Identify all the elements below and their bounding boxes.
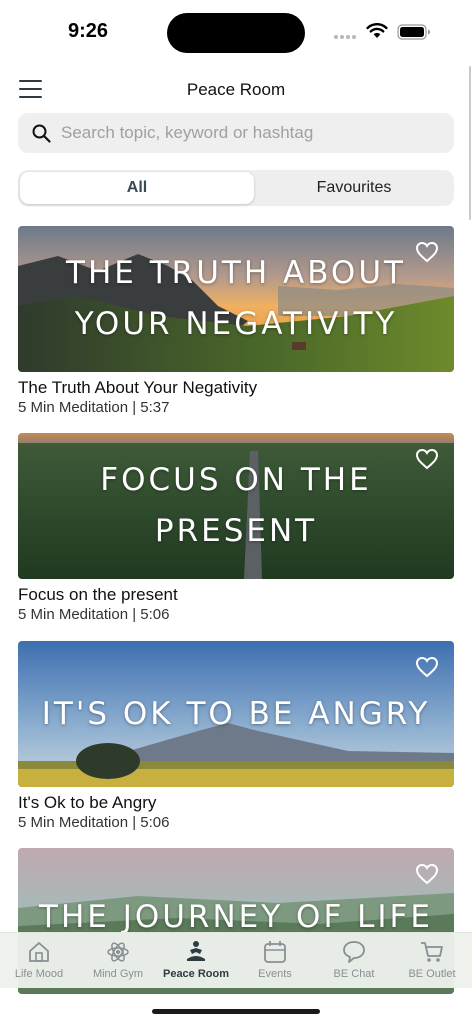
favourite-heart-icon[interactable] [415, 448, 439, 470]
bottom-tab-bar: Life Mood Mind Gym Peace Room Events BE … [0, 932, 472, 988]
meditation-icon [187, 941, 205, 961]
overlay-title-line: IT'S OK TO BE ANGRY [41, 695, 431, 732]
battery-icon [397, 24, 430, 40]
search-icon [32, 124, 51, 143]
favourite-heart-icon[interactable] [415, 241, 439, 263]
calendar-icon [264, 941, 286, 963]
tab-label: Mind Gym [92, 968, 144, 980]
card-thumbnail[interactable]: FOCUS ON THE PRESENT [18, 433, 454, 579]
card-title[interactable]: Focus on the present [18, 585, 454, 605]
tab-label: BE Outlet [408, 968, 456, 980]
dynamic-island [167, 13, 305, 53]
tab-label: Life Mood [14, 968, 64, 980]
home-icon [29, 942, 49, 962]
card-title[interactable]: The Truth About Your Negativity [18, 378, 454, 398]
tab-mind-gym[interactable]: Mind Gym [79, 937, 157, 987]
meditation-card: THE TRUTH ABOUT YOUR NEGATIVITY The Trut… [18, 226, 454, 418]
tab-label: BE Chat [333, 968, 375, 980]
status-bar: 9:26 [0, 0, 472, 62]
search-bar[interactable] [18, 113, 454, 153]
segment-all[interactable]: All [20, 172, 254, 204]
favourite-heart-icon[interactable] [415, 656, 439, 678]
card-overlay-title: FOCUS ON THE PRESENT [18, 433, 454, 579]
page-title: Peace Room [186, 80, 286, 99]
tab-be-outlet[interactable]: BE Outlet [393, 937, 471, 987]
tab-label: Events [258, 968, 292, 980]
favourite-heart-icon[interactable] [415, 863, 439, 885]
tab-events[interactable]: Events [236, 937, 314, 987]
navigation-bar: Peace Room [0, 62, 472, 116]
scroll-indicator [469, 66, 471, 220]
card-thumbnail[interactable]: IT'S OK TO BE ANGRY [18, 641, 454, 787]
tab-life-mood[interactable]: Life Mood [0, 937, 78, 987]
search-input[interactable] [61, 113, 441, 153]
overlay-title-line: PRESENT [154, 513, 318, 549]
wifi-icon [366, 23, 388, 38]
overlay-title-line: FOCUS ON THE [100, 462, 372, 498]
cart-icon [421, 942, 443, 962]
cellular-signal-icon [334, 35, 358, 40]
chat-icon [343, 941, 365, 963]
home-indicator[interactable] [152, 1009, 320, 1014]
brain-icon [107, 942, 129, 962]
card-subtitle: 5 Min Meditation | 5:37 [18, 399, 170, 416]
card-overlay-title: IT'S OK TO BE ANGRY [18, 641, 454, 787]
filter-segmented-control: All Favourites [18, 170, 454, 206]
card-subtitle: 5 Min Meditation | 5:06 [18, 606, 170, 623]
status-time: 9:26 [68, 20, 109, 42]
tab-be-chat[interactable]: BE Chat [315, 937, 393, 987]
meditation-card: IT'S OK TO BE ANGRY It's Ok to be Angry … [18, 641, 454, 833]
card-title[interactable]: It's Ok to be Angry [18, 793, 454, 813]
meditation-card: FOCUS ON THE PRESENT Focus on the presen… [18, 433, 454, 625]
card-overlay-title: THE TRUTH ABOUT YOUR NEGATIVITY [18, 226, 454, 372]
overlay-title-line: YOUR NEGATIVITY [74, 306, 398, 342]
card-thumbnail[interactable]: THE TRUTH ABOUT YOUR NEGATIVITY [18, 226, 454, 372]
overlay-title-line: THE TRUTH ABOUT [66, 255, 406, 291]
segment-favourites[interactable]: Favourites [256, 172, 452, 204]
card-subtitle: 5 Min Meditation | 5:06 [18, 814, 170, 831]
tab-peace-room[interactable]: Peace Room [157, 937, 235, 987]
tab-label: Peace Room [162, 968, 230, 980]
